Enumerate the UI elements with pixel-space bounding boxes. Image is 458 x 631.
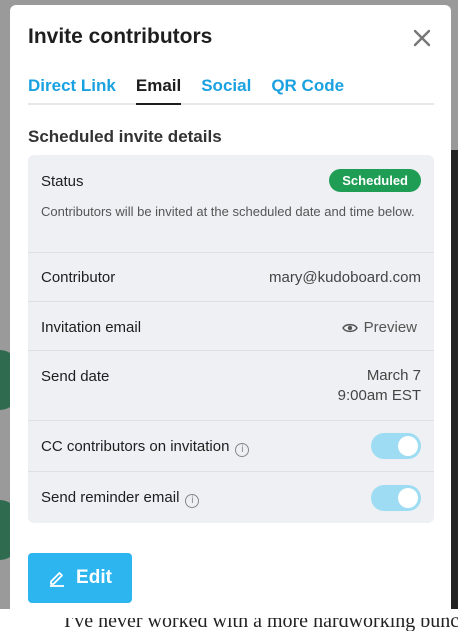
tab-qr-code[interactable]: QR Code (271, 71, 344, 105)
cc-contributors-label: CC contributors on invitation (41, 438, 230, 455)
status-row: Status Scheduled Contributors will be in… (28, 155, 434, 253)
cc-contributors-row: CC contributors on invitation i (28, 421, 434, 472)
invitation-email-label: Invitation email (41, 319, 142, 336)
pencil-icon (50, 572, 65, 587)
tab-email[interactable]: Email (135, 71, 182, 105)
cc-contributors-label-wrap: CC contributors on invitation i (41, 438, 250, 457)
send-date-day: March 7 (366, 367, 421, 384)
contributor-label: Contributor (41, 269, 116, 286)
edit-button-label: Edit (76, 567, 112, 588)
send-reminder-label-wrap: Send reminder email i (41, 489, 200, 508)
info-icon[interactable]: i (235, 443, 250, 457)
modal-title: Invite contributors (28, 25, 213, 48)
send-reminder-toggle[interactable] (371, 485, 421, 511)
contributor-row: Contributor mary@kudoboard.com (28, 253, 434, 302)
send-reminder-label: Send reminder email (41, 489, 180, 506)
send-date-row: Send date March 7 9:00am EST (28, 351, 434, 421)
status-label: Status (41, 173, 84, 190)
tab-direct-link[interactable]: Direct Link (28, 71, 116, 105)
send-reminder-row: Send reminder email i (28, 472, 434, 523)
invitation-email-row: Invitation email Preview (28, 302, 434, 351)
invite-contributors-modal: Invite contributors Direct Link Email So… (10, 5, 451, 618)
contributor-email: mary@kudoboard.com (269, 269, 421, 286)
send-date-label: Send date (41, 368, 110, 385)
preview-label: Preview (363, 319, 417, 336)
status-description: Contributors will be invited at the sche… (41, 204, 415, 219)
invite-tabs: Direct Link Email Social QR Code (28, 71, 434, 105)
preview-link[interactable]: Preview (341, 319, 417, 336)
send-date-time: 9:00am EST (337, 387, 421, 404)
tab-social[interactable]: Social (201, 71, 251, 105)
toggle-knob (398, 436, 418, 456)
status-badge: Scheduled (329, 169, 421, 192)
backdrop-edge (450, 150, 458, 620)
send-date-value: March 7 9:00am EST (338, 366, 421, 406)
toggle-knob (398, 488, 418, 508)
cc-contributors-toggle[interactable] (371, 433, 421, 459)
invite-details-card: Status Scheduled Contributors will be in… (28, 155, 434, 523)
info-icon[interactable]: i (185, 494, 200, 508)
close-icon[interactable] (411, 27, 433, 49)
section-title: Scheduled invite details (28, 127, 222, 146)
edit-button[interactable]: Edit (28, 553, 132, 603)
eye-icon (341, 323, 358, 332)
